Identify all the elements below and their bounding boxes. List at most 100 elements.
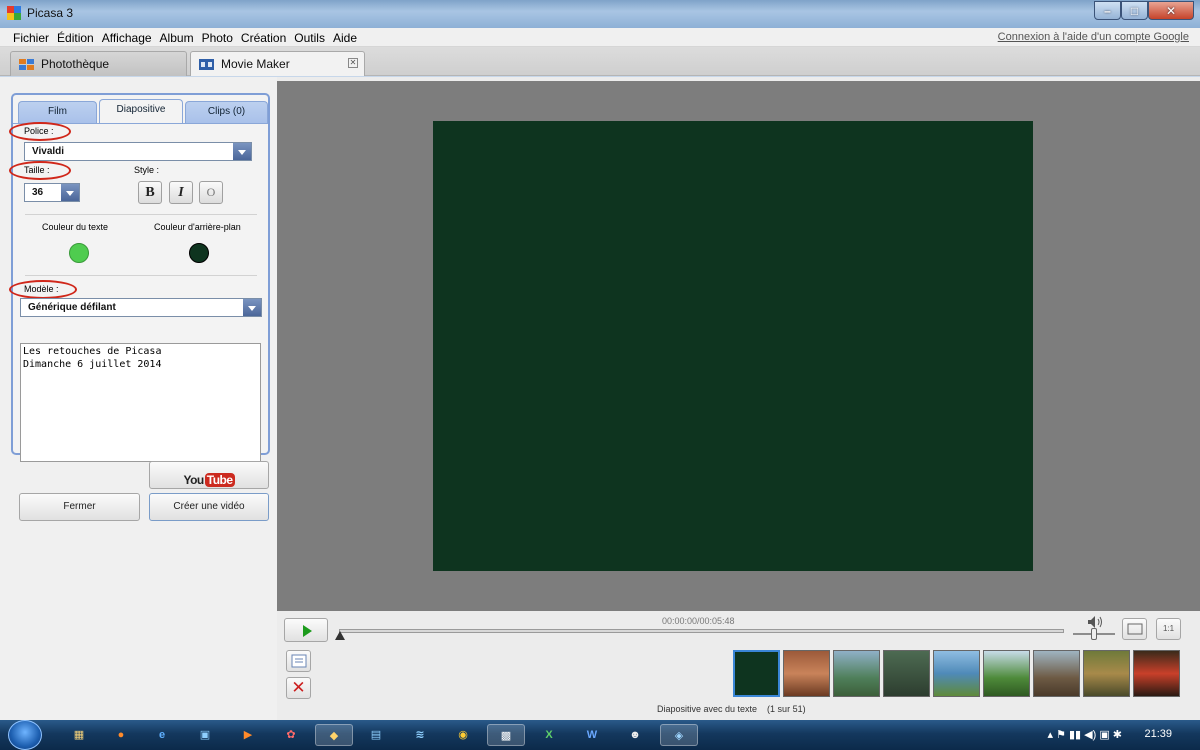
fullscreen-button[interactable] bbox=[1122, 618, 1147, 640]
word-icon[interactable]: W bbox=[573, 724, 611, 746]
app-icon[interactable]: ≋ bbox=[401, 724, 439, 746]
system-tray-icons[interactable]: ▴ ⚑ ▮▮ ◀) ▣ ✱ bbox=[1047, 728, 1122, 741]
movie-settings-pane: Film Diapositive Clips (0) Police : Viva… bbox=[0, 77, 277, 720]
start-button[interactable] bbox=[8, 720, 42, 750]
google-account-link[interactable]: Connexion à l'aide d'un compte Google bbox=[998, 31, 1189, 43]
minimize-button[interactable]: – bbox=[1094, 1, 1121, 20]
window-controls: – □ ✕ bbox=[1094, 1, 1194, 20]
chrome-icon[interactable]: ◉ bbox=[444, 724, 482, 746]
delete-slide-button[interactable]: ✕ bbox=[286, 677, 311, 699]
youtube-logo-you: You bbox=[183, 473, 204, 487]
youtube-button[interactable]: You Tube bbox=[149, 461, 269, 489]
filmstrip-thumb[interactable] bbox=[933, 650, 980, 697]
document-tabs: Photothèque Movie Maker ✕ bbox=[0, 47, 1200, 76]
bold-button[interactable]: B bbox=[138, 181, 162, 204]
filmstrip-thumb[interactable] bbox=[833, 650, 880, 697]
picasa-taskbar-icon[interactable]: ▩ bbox=[487, 724, 525, 746]
internet-explorer-icon[interactable]: e bbox=[143, 724, 181, 746]
maximize-button[interactable]: □ bbox=[1121, 1, 1148, 20]
filmstrip-thumb-text-slide[interactable] bbox=[733, 650, 780, 697]
settings-panel: Film Diapositive Clips (0) Police : Viva… bbox=[9, 93, 270, 462]
menu-album[interactable]: Album bbox=[160, 31, 199, 45]
preview-pane: 00:00:00/00:05:48 1:1 ✕ Diapositive avec… bbox=[277, 77, 1200, 720]
app-icon[interactable]: ▣ bbox=[186, 724, 224, 746]
slide-text-input[interactable]: Les retouches de Picasa Dimanche 6 juill… bbox=[20, 343, 261, 462]
outline-button[interactable]: O bbox=[199, 181, 223, 204]
template-label: Modèle : bbox=[24, 284, 59, 294]
tab-movie-maker-label: Movie Maker bbox=[221, 57, 290, 71]
tab-movie-maker[interactable]: Movie Maker ✕ bbox=[190, 51, 365, 76]
filmstrip-thumb[interactable] bbox=[883, 650, 930, 697]
window-title: Picasa 3 bbox=[27, 6, 74, 20]
filmstrip-thumb[interactable] bbox=[1083, 650, 1130, 697]
menu-fichier[interactable]: Fichier bbox=[13, 31, 54, 45]
close-tab-icon[interactable]: ✕ bbox=[348, 58, 358, 68]
size-select[interactable]: 36 bbox=[24, 183, 80, 202]
tab-film[interactable]: Film bbox=[18, 101, 97, 123]
text-color-swatch[interactable] bbox=[69, 243, 89, 263]
volume-icon[interactable] bbox=[1087, 615, 1105, 629]
slide-filmstrip bbox=[733, 650, 1200, 700]
picasa-logo-icon bbox=[7, 6, 21, 20]
app-icon[interactable]: ◆ bbox=[315, 724, 353, 746]
youtube-logo: You Tube bbox=[183, 467, 235, 493]
tab-phototheque[interactable]: Photothèque bbox=[10, 51, 187, 76]
menu-edition[interactable]: Édition bbox=[57, 31, 99, 45]
menu-aide[interactable]: Aide bbox=[333, 31, 362, 45]
app-icon[interactable]: ◈ bbox=[660, 724, 698, 746]
slide-preview bbox=[433, 121, 1033, 571]
windows-taskbar: ▦ ● e ▣ ▶ ✿ ◆ ▤ ≋ ◉ ▩ X W ☻ ◈ ▴ ⚑ ▮▮ ◀) … bbox=[0, 720, 1200, 750]
timeline-scrubber[interactable] bbox=[339, 629, 1064, 633]
menu-bar: Fichier Édition Affichage Album Photo Cr… bbox=[0, 28, 1200, 47]
filmstrip-thumb[interactable] bbox=[983, 650, 1030, 697]
background-color-swatch[interactable] bbox=[189, 243, 209, 263]
tab-diapositive[interactable]: Diapositive bbox=[99, 99, 183, 124]
app-icon[interactable]: ✿ bbox=[272, 724, 310, 746]
actual-size-button[interactable]: 1:1 bbox=[1156, 618, 1181, 640]
font-label: Police : bbox=[24, 126, 54, 136]
menu-affichage[interactable]: Affichage bbox=[102, 31, 157, 45]
filmstrip-thumb[interactable] bbox=[783, 650, 830, 697]
delete-x-icon: ✕ bbox=[291, 678, 306, 697]
menu-creation[interactable]: Création bbox=[241, 31, 291, 45]
volume-knob[interactable] bbox=[1091, 628, 1097, 640]
firefox-icon[interactable]: ● bbox=[102, 724, 140, 746]
youtube-logo-tube: Tube bbox=[204, 473, 235, 487]
filmstrip-thumb[interactable] bbox=[1133, 650, 1180, 697]
add-text-slide-button[interactable] bbox=[286, 650, 311, 672]
menu-photo[interactable]: Photo bbox=[202, 31, 238, 45]
tab-clips[interactable]: Clips (0) bbox=[185, 101, 268, 123]
italic-button[interactable]: I bbox=[169, 181, 193, 204]
bg-color-label: Couleur d'arrière-plan bbox=[154, 222, 241, 232]
font-select-value: Vivaldi bbox=[32, 146, 65, 157]
excel-icon[interactable]: X bbox=[530, 724, 568, 746]
tab-phototheque-label: Photothèque bbox=[41, 57, 110, 71]
media-player-icon[interactable]: ▶ bbox=[229, 724, 267, 746]
text-color-label: Couleur du texte bbox=[42, 222, 109, 232]
slide-caption: Diapositive avec du texte (1 sur 51) bbox=[657, 704, 806, 714]
notepad-icon[interactable]: ▤ bbox=[357, 724, 395, 746]
template-select[interactable]: Générique défilant bbox=[20, 298, 262, 317]
timeline-handle[interactable] bbox=[335, 631, 345, 640]
size-label: Taille : bbox=[24, 165, 50, 175]
play-button[interactable] bbox=[284, 618, 328, 642]
filmstrip-thumb[interactable] bbox=[1033, 650, 1080, 697]
create-video-button[interactable]: Créer une vidéo bbox=[149, 493, 269, 521]
close-button[interactable]: Fermer bbox=[19, 493, 140, 521]
chevron-down-icon[interactable] bbox=[61, 184, 79, 201]
preview-area bbox=[277, 81, 1200, 611]
app-icon[interactable]: ☻ bbox=[616, 724, 654, 746]
film-strip-icon bbox=[199, 58, 214, 70]
close-window-button[interactable]: ✕ bbox=[1148, 1, 1194, 20]
template-select-value: Générique défilant bbox=[28, 302, 116, 313]
menu-outils[interactable]: Outils bbox=[294, 31, 330, 45]
divider bbox=[25, 275, 257, 276]
size-select-value: 36 bbox=[32, 187, 44, 198]
style-label: Style : bbox=[134, 165, 160, 175]
font-select[interactable]: Vivaldi bbox=[24, 142, 252, 161]
library-grid-icon bbox=[19, 58, 34, 70]
text-slide-icon bbox=[291, 654, 306, 668]
chevron-down-icon[interactable] bbox=[233, 143, 251, 160]
chevron-down-icon[interactable] bbox=[243, 299, 261, 316]
explorer-icon[interactable]: ▦ bbox=[60, 724, 98, 746]
